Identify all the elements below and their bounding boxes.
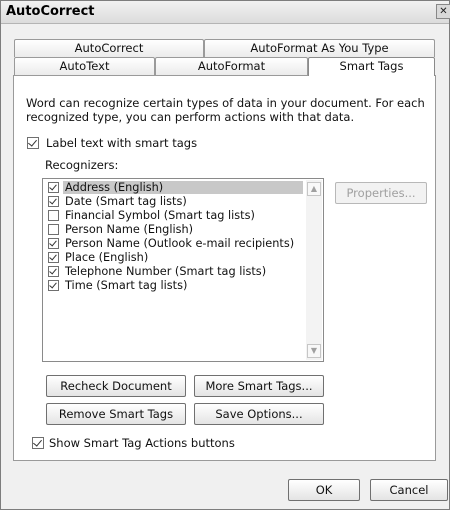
checkmark-icon bbox=[33, 437, 42, 447]
recognizer-label: Place (English) bbox=[65, 251, 149, 264]
checkmark-icon bbox=[28, 137, 37, 147]
cancel-button[interactable]: Cancel bbox=[370, 479, 448, 501]
recognizers-label: Recognizers: bbox=[45, 158, 119, 172]
scroll-up-icon[interactable]: ▲ bbox=[307, 182, 321, 196]
properties-button[interactable]: Properties... bbox=[335, 182, 427, 204]
label-smart-tags-label[interactable]: Label text with smart tags bbox=[46, 136, 197, 150]
recognizer-checkbox[interactable] bbox=[48, 224, 59, 235]
save-options-button[interactable]: Save Options... bbox=[194, 403, 324, 425]
checkmark-icon bbox=[49, 266, 57, 275]
show-actions-checkbox[interactable] bbox=[32, 437, 44, 449]
recognizer-label: Person Name (Outlook e-mail recipients) bbox=[65, 237, 295, 250]
checkmark-icon bbox=[49, 196, 57, 205]
list-item-time[interactable]: Time (Smart tag lists) bbox=[45, 279, 305, 293]
list-item-place[interactable]: Place (English) bbox=[45, 251, 305, 265]
list-item-address[interactable]: Address (English) bbox=[45, 181, 305, 195]
title-bar[interactable]: AutoCorrect ✕ bbox=[1, 1, 450, 24]
recheck-document-button[interactable]: Recheck Document bbox=[46, 375, 186, 397]
list-item-person-name-outlook[interactable]: Person Name (Outlook e-mail recipients) bbox=[45, 237, 305, 251]
recognizer-label: Time (Smart tag lists) bbox=[65, 279, 188, 292]
more-smart-tags-button[interactable]: More Smart Tags... bbox=[194, 375, 324, 397]
recognizer-checkbox[interactable] bbox=[48, 196, 59, 207]
recognizer-checkbox[interactable] bbox=[48, 182, 59, 193]
list-item-financial-symbol[interactable]: Financial Symbol (Smart tag lists) bbox=[45, 209, 305, 223]
checkmark-icon bbox=[49, 252, 57, 261]
list-item-person-name-english[interactable]: Person Name (English) bbox=[45, 223, 305, 237]
tab-autotext[interactable]: AutoText bbox=[14, 57, 155, 75]
close-icon[interactable]: ✕ bbox=[436, 4, 450, 19]
tab-autoformat-as-you-type[interactable]: AutoFormat As You Type bbox=[204, 39, 435, 57]
recognizer-label: Person Name (English) bbox=[65, 223, 194, 236]
recognizer-checkbox[interactable] bbox=[48, 280, 59, 291]
tab-smart-tags[interactable]: Smart Tags bbox=[308, 57, 435, 76]
recognizer-label: Telephone Number (Smart tag lists) bbox=[65, 265, 267, 278]
recognizer-label: Financial Symbol (Smart tag lists) bbox=[65, 209, 255, 222]
tab-autocorrect[interactable]: AutoCorrect bbox=[14, 39, 204, 57]
scroll-down-icon[interactable]: ▼ bbox=[307, 344, 321, 358]
checkmark-icon bbox=[49, 182, 57, 191]
dialog-title: AutoCorrect bbox=[6, 4, 95, 19]
recognizer-label: Date (Smart tag lists) bbox=[65, 195, 187, 208]
description-line-1: Word can recognize certain types of data… bbox=[26, 96, 425, 110]
remove-smart-tags-button[interactable]: Remove Smart Tags bbox=[46, 403, 186, 425]
recognizer-checkbox[interactable] bbox=[48, 210, 59, 221]
recognizer-checkbox[interactable] bbox=[48, 238, 59, 249]
list-scrollbar[interactable]: ▲ ▼ bbox=[306, 180, 322, 360]
description-line-2: recognized type, you can perform actions… bbox=[26, 110, 355, 124]
list-item-telephone[interactable]: Telephone Number (Smart tag lists) bbox=[45, 265, 305, 279]
recognizer-checkbox[interactable] bbox=[48, 266, 59, 277]
recognizer-label: Address (English) bbox=[63, 181, 303, 194]
recognizers-listbox[interactable]: Address (English) Date (Smart tag lists)… bbox=[42, 178, 324, 362]
checkmark-icon bbox=[49, 238, 57, 247]
show-actions-label[interactable]: Show Smart Tag Actions buttons bbox=[49, 436, 235, 450]
recognizer-checkbox[interactable] bbox=[48, 252, 59, 263]
tab-autoformat[interactable]: AutoFormat bbox=[155, 57, 308, 75]
list-item-date[interactable]: Date (Smart tag lists) bbox=[45, 195, 305, 209]
label-smart-tags-checkbox[interactable] bbox=[27, 137, 39, 149]
checkmark-icon bbox=[49, 280, 57, 289]
autocorrect-dialog: AutoCorrect ✕ AutoCorrect AutoFormat As … bbox=[0, 0, 450, 510]
ok-button[interactable]: OK bbox=[288, 479, 360, 501]
description-text: Word can recognize certain types of data… bbox=[26, 96, 426, 124]
